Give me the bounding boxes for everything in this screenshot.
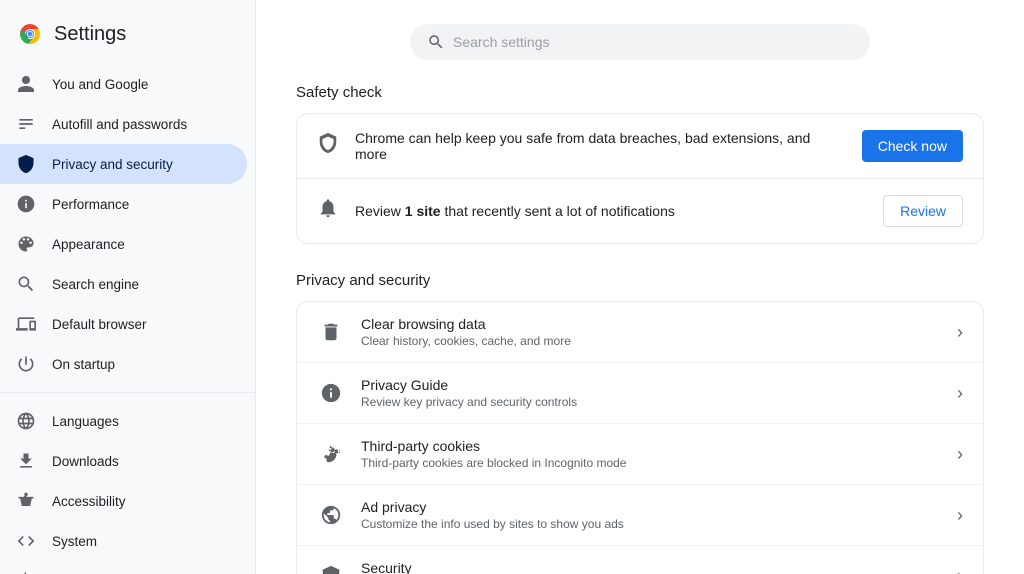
sidebar-item-you-and-google[interactable]: You and Google	[0, 64, 247, 104]
sidebar-label-on-startup: On startup	[52, 357, 115, 372]
chevron-right-icon-5: ›	[957, 566, 963, 574]
sidebar-label-privacy: Privacy and security	[52, 157, 173, 172]
safety-review-bold: 1 site	[405, 203, 441, 219]
sidebar-divider-1	[0, 392, 255, 393]
chevron-right-icon-4: ›	[957, 505, 963, 526]
sidebar-item-system[interactable]: System	[0, 521, 247, 561]
main-content: Safety check Chrome can help keep you sa…	[256, 0, 1024, 574]
system-icon	[16, 531, 36, 551]
third-party-cookies-title: Third-party cookies	[361, 438, 626, 454]
power-icon	[16, 354, 36, 374]
search-bar-container	[410, 24, 870, 60]
safety-row-review-left: Review 1 site that recently sent a lot o…	[317, 197, 675, 225]
privacy-guide-text: Privacy Guide Review key privacy and sec…	[361, 377, 577, 409]
sidebar-label-system: System	[52, 534, 97, 549]
sidebar-label-appearance: Appearance	[52, 237, 125, 252]
check-now-button[interactable]: Check now	[862, 130, 963, 162]
third-party-cookies-subtitle: Third-party cookies are blocked in Incog…	[361, 456, 626, 470]
sidebar-item-languages[interactable]: Languages	[0, 401, 247, 441]
sidebar-item-search-engine[interactable]: Search engine	[0, 264, 247, 304]
ad-privacy-item[interactable]: Ad privacy Customize the info used by si…	[297, 484, 983, 545]
security-text: Security Safe Browsing (protection from …	[361, 560, 761, 574]
ad-privacy-title: Ad privacy	[361, 499, 624, 515]
chevron-right-icon-2: ›	[957, 383, 963, 404]
safety-shield-icon	[317, 132, 339, 160]
safety-row-check: Chrome can help keep you safe from data …	[297, 114, 983, 178]
privacy-section-heading: Privacy and security	[296, 272, 984, 289]
ad-privacy-text: Ad privacy Customize the info used by si…	[361, 499, 624, 531]
globe-icon	[16, 411, 36, 431]
sidebar-item-appearance[interactable]: Appearance	[0, 224, 247, 264]
sidebar-label-default-browser: Default browser	[52, 317, 147, 332]
accessibility-icon	[16, 491, 36, 511]
safety-review-text: Review 1 site that recently sent a lot o…	[355, 203, 675, 219]
third-party-cookies-item[interactable]: Third-party cookies Third-party cookies …	[297, 423, 983, 484]
privacy-guide-item[interactable]: Privacy Guide Review key privacy and sec…	[297, 362, 983, 423]
chevron-right-icon: ›	[957, 322, 963, 343]
shield-icon	[16, 154, 36, 174]
sidebar-item-privacy[interactable]: Privacy and security	[0, 144, 247, 184]
safety-check-text: Chrome can help keep you safe from data …	[355, 130, 846, 162]
download-icon	[16, 451, 36, 471]
privacy-guide-title: Privacy Guide	[361, 377, 577, 393]
autofill-icon	[16, 114, 36, 134]
clear-browsing-data-title: Clear browsing data	[361, 316, 571, 332]
bell-icon	[317, 197, 339, 225]
sidebar-label-autofill: Autofill and passwords	[52, 117, 187, 132]
chevron-right-icon-3: ›	[957, 444, 963, 465]
ad-privacy-icon	[317, 501, 345, 529]
sidebar-label-downloads: Downloads	[52, 454, 119, 469]
safety-row-check-left: Chrome can help keep you safe from data …	[317, 130, 846, 162]
search-input[interactable]	[453, 34, 853, 50]
privacy-guide-left: Privacy Guide Review key privacy and sec…	[317, 377, 577, 409]
clear-browsing-data-left: Clear browsing data Clear history, cooki…	[317, 316, 571, 348]
browser-icon	[16, 314, 36, 334]
clear-browsing-data-text: Clear browsing data Clear history, cooki…	[361, 316, 571, 348]
third-party-cookies-text: Third-party cookies Third-party cookies …	[361, 438, 626, 470]
chrome-logo-icon	[16, 20, 44, 48]
safety-row-review: Review 1 site that recently sent a lot o…	[297, 178, 983, 243]
sidebar-item-accessibility[interactable]: Accessibility	[0, 481, 247, 521]
clear-browsing-data-item[interactable]: Clear browsing data Clear history, cooki…	[297, 302, 983, 362]
search-icon	[427, 33, 445, 51]
security-item[interactable]: Security Safe Browsing (protection from …	[297, 545, 983, 574]
sidebar-label-languages: Languages	[52, 414, 119, 429]
security-title: Security	[361, 560, 761, 574]
review-button[interactable]: Review	[883, 195, 963, 227]
sidebar-label-you-and-google: You and Google	[52, 77, 148, 92]
sidebar-item-default-browser[interactable]: Default browser	[0, 304, 247, 344]
safety-check-heading: Safety check	[296, 84, 984, 101]
sidebar-label-accessibility: Accessibility	[52, 494, 126, 509]
third-party-cookies-left: Third-party cookies Third-party cookies …	[317, 438, 626, 470]
privacy-guide-icon	[317, 379, 345, 407]
safety-check-card: Chrome can help keep you safe from data …	[296, 113, 984, 244]
sidebar-title: Settings	[54, 23, 126, 46]
sidebar: Settings You and Google Autofill and pas…	[0, 0, 256, 574]
clear-browsing-data-subtitle: Clear history, cookies, cache, and more	[361, 334, 571, 348]
sidebar-header: Settings	[0, 8, 255, 64]
search-bar-wrap	[296, 24, 984, 60]
sidebar-label-search-engine: Search engine	[52, 277, 139, 292]
sidebar-item-performance[interactable]: Performance	[0, 184, 247, 224]
speed-icon	[16, 194, 36, 214]
cookie-icon	[317, 440, 345, 468]
sidebar-item-autofill[interactable]: Autofill and passwords	[0, 104, 247, 144]
privacy-settings-card: Clear browsing data Clear history, cooki…	[296, 301, 984, 574]
ad-privacy-subtitle: Customize the info used by sites to show…	[361, 517, 624, 531]
ad-privacy-left: Ad privacy Customize the info used by si…	[317, 499, 624, 531]
search-engine-icon	[16, 274, 36, 294]
sidebar-label-performance: Performance	[52, 197, 129, 212]
sidebar-item-downloads[interactable]: Downloads	[0, 441, 247, 481]
security-icon	[317, 562, 345, 574]
appearance-icon	[16, 234, 36, 254]
trash-icon	[317, 318, 345, 346]
privacy-guide-subtitle: Review key privacy and security controls	[361, 395, 577, 409]
security-left: Security Safe Browsing (protection from …	[317, 560, 761, 574]
sidebar-item-on-startup[interactable]: On startup	[0, 344, 247, 384]
person-icon	[16, 74, 36, 94]
sidebar-item-reset[interactable]: Reset settings	[0, 561, 247, 574]
